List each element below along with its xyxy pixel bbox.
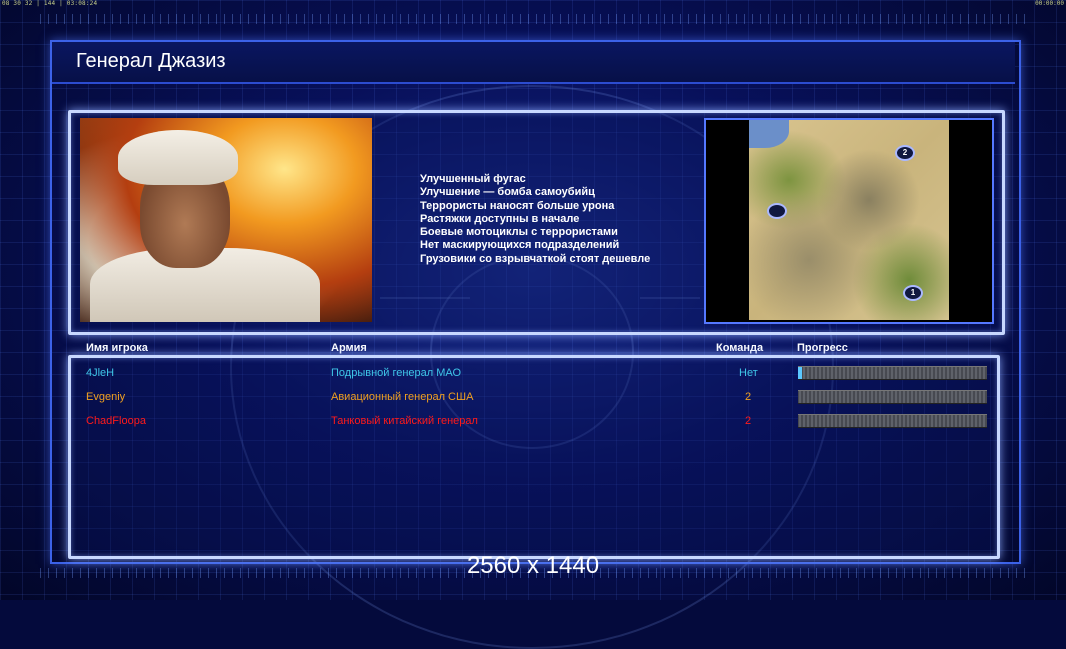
bonus-item: Улучшение — бомба самоубийц [420,186,595,199]
general-portrait [80,118,372,322]
player-team: 2 [745,415,752,427]
player-name: ChadFloopa [86,415,146,427]
player-progress-bar [798,390,987,404]
player-army: Авиационный генерал США [331,391,474,403]
bonus-item: Террористы наносят больше урона [420,199,615,212]
top-tick-ruler [40,14,1026,24]
general-title: Генерал Джазиз [76,50,226,72]
minimap: 2 1 [704,118,994,324]
player-list-panel [68,355,1000,559]
minimap-water [749,120,789,148]
player-name: Evgeniy [86,391,126,403]
resolution-label: 2560 x 1440 [466,552,600,579]
portrait-headscarf [118,130,238,185]
column-header-progress: Прогресс [797,342,848,354]
general-bonus-list: Улучшенный фугас Улучшение — бомба самоу… [420,173,650,266]
bonus-item: Улучшенный фугас [420,173,526,185]
player-progress-bar [798,366,987,380]
player-army: Подрывной генерал МАО [331,367,462,379]
progress-fill [798,367,802,379]
status-right: 00:00:00 [1035,0,1064,7]
map-start-marker-selected [767,203,787,219]
bonus-item: Грузовики со взрывчаткой стоят дешевле [420,252,651,265]
map-start-marker-2: 2 [895,145,915,161]
status-left: 08 30 32 | 144 | 03:08:24 [2,0,98,7]
minimap-terrain: 2 1 [749,120,949,320]
player-name: 4JleH [86,367,115,379]
bonus-item: Нет маскирующихся подразделений [420,239,620,252]
player-army: Танковый китайский генерал [331,415,478,427]
column-header-team: Команда [716,342,764,354]
player-team: Нет [739,367,758,379]
map-start-marker-1: 1 [903,285,923,301]
bonus-item: Растяжки доступны в начале [420,212,580,225]
column-header-player: Имя игрока [86,342,148,354]
player-progress-bar [798,414,987,428]
bonus-item: Боевые мотоциклы с террористами [420,226,618,239]
player-team: 2 [745,391,752,403]
column-header-army: Армия [331,342,367,354]
